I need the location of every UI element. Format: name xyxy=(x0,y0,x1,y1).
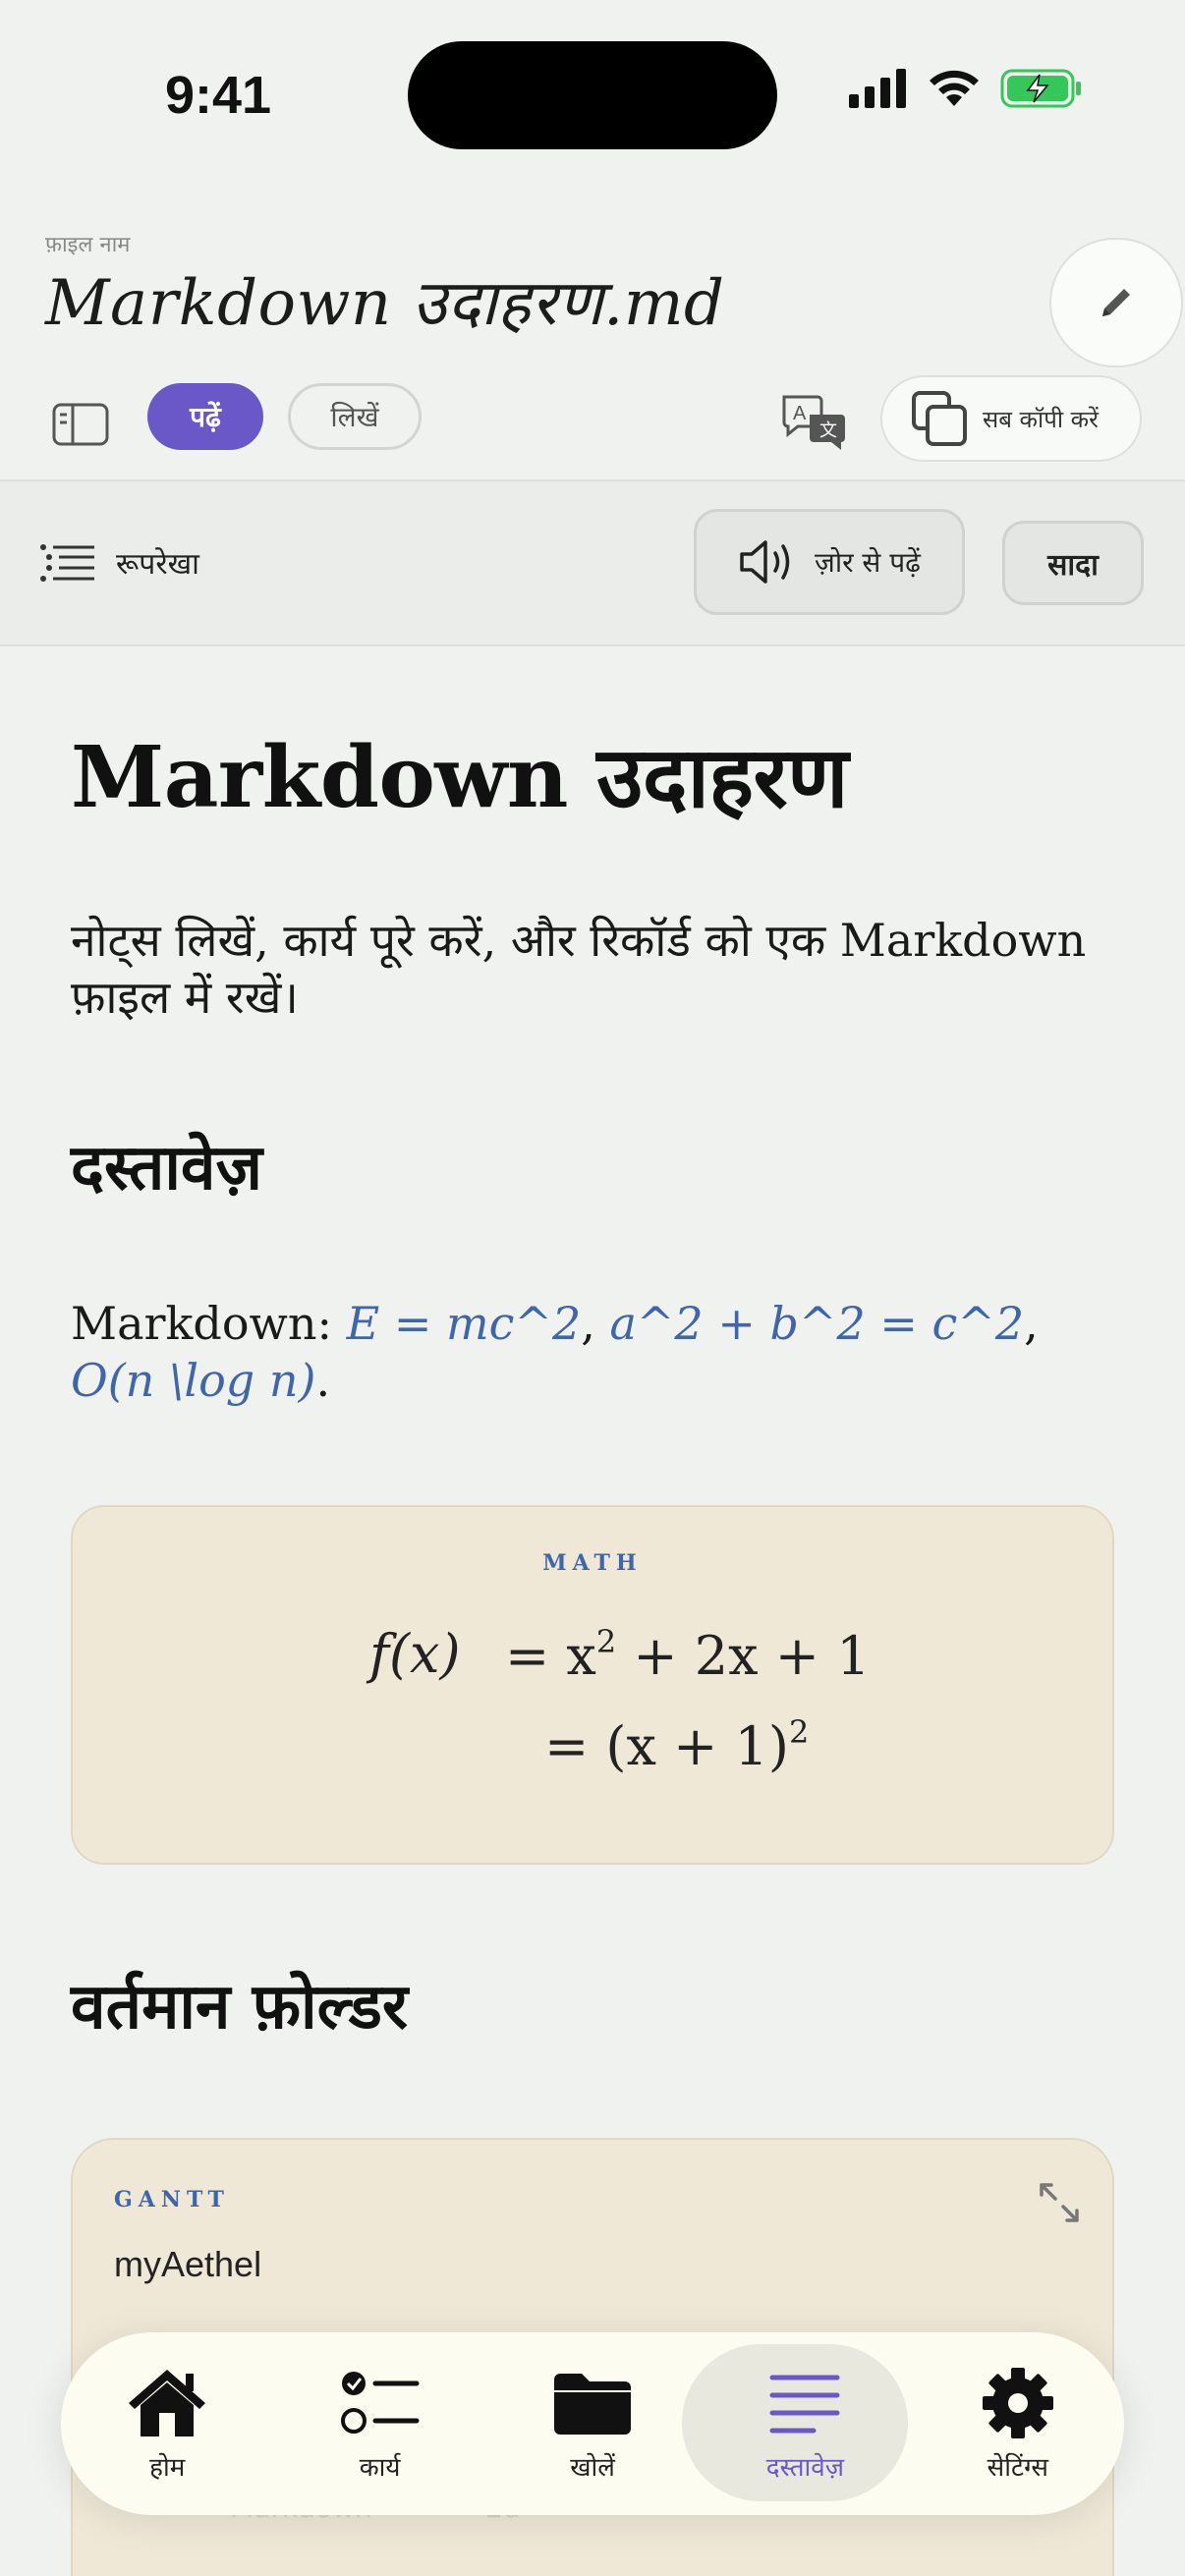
tab-home-label: होम xyxy=(149,2453,186,2483)
pencil-icon xyxy=(1102,289,1130,316)
section-heading-folder: वर्तमान फ़ोल्डर xyxy=(71,1971,409,2044)
math-line-1: f(x) xyxy=(369,1623,461,1685)
svg-text:文: 文 xyxy=(819,420,837,441)
status-time: 9:41 xyxy=(165,66,272,125)
inline-math-3: O(n \log n) xyxy=(71,1354,316,1407)
sidebar-toggle-button[interactable] xyxy=(51,395,110,454)
intro-paragraph: नोट्स लिखें, कार्य पूरे करें, और रिकॉर्ड… xyxy=(71,914,1087,1024)
dynamic-island xyxy=(408,41,777,149)
expand-icon xyxy=(1040,2183,1079,2222)
plain-view-button[interactable]: सादा xyxy=(1002,521,1144,605)
sidebar-icon xyxy=(52,403,109,446)
tasks-icon xyxy=(340,2372,420,2434)
status-icons xyxy=(849,69,1083,108)
divider xyxy=(0,644,1185,646)
copy-all-button[interactable]: सब कॉपी करें xyxy=(880,375,1142,462)
outline-label: रूपरेखा xyxy=(116,547,199,582)
expand-button[interactable] xyxy=(1036,2179,1083,2226)
tab-documents[interactable]: दस्तावेज़ xyxy=(699,2332,911,2515)
math-rhs-2: = (x + 1) xyxy=(544,1715,789,1777)
tab-settings-label: सेटिंग्स xyxy=(987,2453,1048,2483)
read-aloud-label: ज़ोर से पढ़ें xyxy=(815,546,921,579)
read-aloud-button[interactable]: ज़ोर से पढ़ें xyxy=(694,509,965,615)
math-line-1-rhs: = x2 + 2x + 1 xyxy=(505,1623,871,1687)
math-tail-1: + 2x + 1 xyxy=(616,1625,871,1687)
copy-icon xyxy=(912,391,967,446)
math-block-label: MATH xyxy=(542,1550,643,1576)
edit-filename-button[interactable] xyxy=(1049,238,1183,367)
tab-tasks[interactable]: कार्य xyxy=(273,2332,485,2515)
copy-all-label: सब कॉपी करें xyxy=(983,405,1099,433)
signal-icon xyxy=(849,69,906,108)
formula-prefix: Markdown: xyxy=(71,1297,347,1350)
home-icon xyxy=(129,2370,206,2436)
wifi-icon xyxy=(930,70,979,106)
math-exp-1: 2 xyxy=(595,1623,617,1660)
write-mode-tab[interactable]: लिखें xyxy=(288,383,422,450)
gear-icon xyxy=(982,2368,1053,2438)
bottom-tab-bar: होम कार्य खोलें दस्तावेज़ सेटिंग्स xyxy=(61,2332,1124,2515)
inline-math-2: a^2 + b^2 = c^2 xyxy=(609,1297,1025,1350)
tab-open[interactable]: खोलें xyxy=(486,2332,699,2515)
document-title: Markdown उदाहरण xyxy=(71,728,848,827)
folder-icon xyxy=(554,2374,632,2435)
tab-home[interactable]: होम xyxy=(61,2332,273,2515)
gantt-title: myAethel xyxy=(114,2244,262,2284)
math-rhs-1: = x xyxy=(505,1625,596,1687)
speaker-icon xyxy=(740,540,790,584)
math-block: MATH f(x) = x2 + 2x + 1 = (x + 1)2 xyxy=(71,1505,1114,1865)
tab-documents-label: दस्तावेज़ xyxy=(765,2453,845,2483)
math-exp-2: 2 xyxy=(788,1713,810,1751)
svg-text:A: A xyxy=(793,403,807,424)
tab-tasks-label: कार्य xyxy=(359,2453,401,2483)
translate-icon: A 文 xyxy=(782,395,845,450)
battery-charging-icon xyxy=(1000,69,1081,108)
file-name-title[interactable]: Markdown उदाहरण.md xyxy=(45,257,724,343)
document-lines-icon xyxy=(769,2375,840,2434)
tab-settings[interactable]: सेटिंग्स xyxy=(912,2332,1124,2515)
math-lhs: f(x) xyxy=(369,1623,461,1685)
list-icon xyxy=(40,543,94,582)
outline-button[interactable]: रूपरेखा xyxy=(39,542,199,583)
inline-formula-paragraph: Markdown: E = mc^2, a^2 + b^2 = c^2, O(n… xyxy=(71,1297,1039,1407)
section-heading-docs: दस्तावेज़ xyxy=(71,1132,263,1204)
mode-toolbar: पढ़ें लिखें A 文 सब कॉपी करें xyxy=(0,375,1185,479)
inline-math-1: E = mc^2 xyxy=(346,1297,582,1350)
tab-open-label: खोलें xyxy=(570,2453,615,2483)
read-mode-tab[interactable]: पढ़ें xyxy=(147,383,263,450)
reading-subbar: रूपरेखा ज़ोर से पढ़ें सादा xyxy=(0,481,1185,644)
translate-button[interactable]: A 文 xyxy=(780,393,849,452)
gantt-block-label: GANTT xyxy=(114,2187,230,2212)
status-bar: 9:41 xyxy=(0,0,1185,187)
file-name-label: फ़ाइल नाम xyxy=(45,233,131,257)
math-line-2: = (x + 1)2 xyxy=(544,1713,809,1777)
